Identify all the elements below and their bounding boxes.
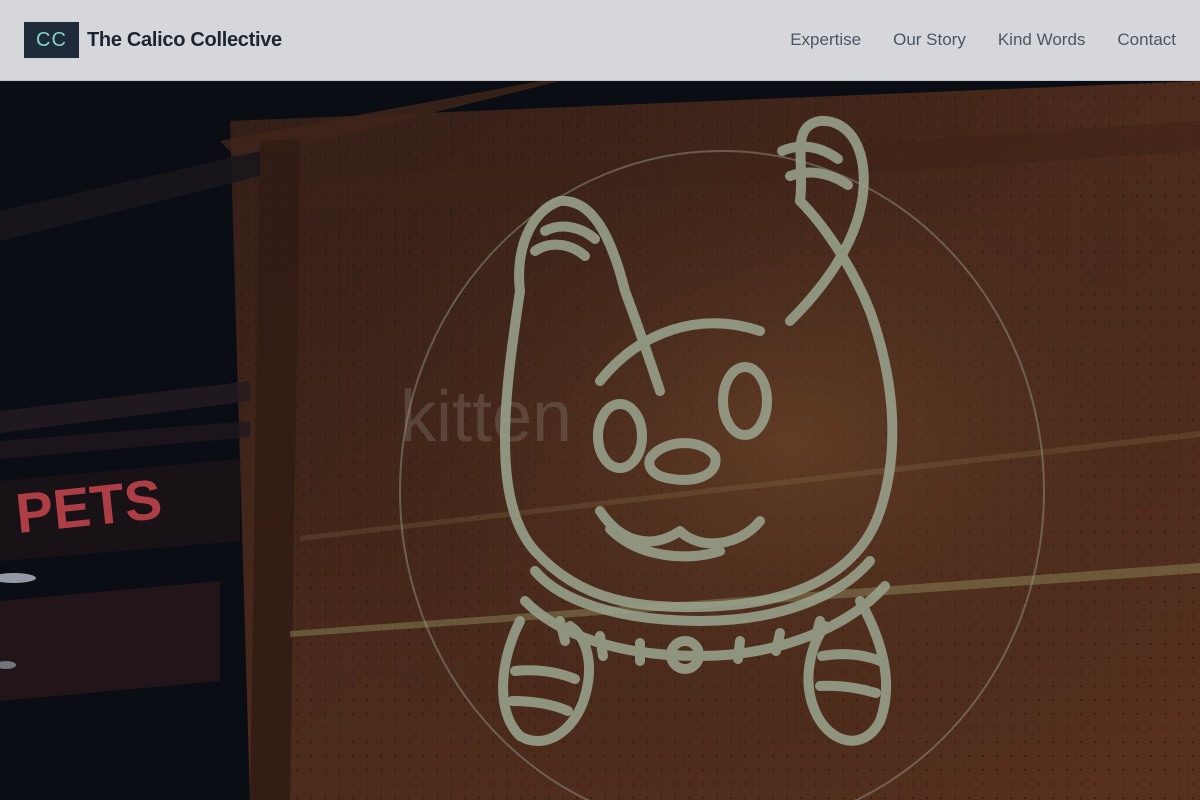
- nav-link-expertise[interactable]: Expertise: [790, 30, 861, 50]
- brand-link[interactable]: CC The Calico Collective: [24, 22, 282, 58]
- logo: CC: [24, 22, 79, 58]
- site-header: CC The Calico Collective Expertise Our S…: [0, 0, 1200, 81]
- hero-banner: PETS kitten: [0, 81, 1200, 800]
- brand-name: The Calico Collective: [87, 28, 282, 51]
- hero-image: PETS kitten: [0, 81, 1200, 800]
- nav-link-contact[interactable]: Contact: [1117, 30, 1176, 50]
- nav-link-our-story[interactable]: Our Story: [893, 30, 966, 50]
- logo-initials: CC: [36, 28, 67, 51]
- main-nav: Expertise Our Story Kind Words Contact: [790, 30, 1176, 50]
- nav-link-kind-words[interactable]: Kind Words: [998, 30, 1086, 50]
